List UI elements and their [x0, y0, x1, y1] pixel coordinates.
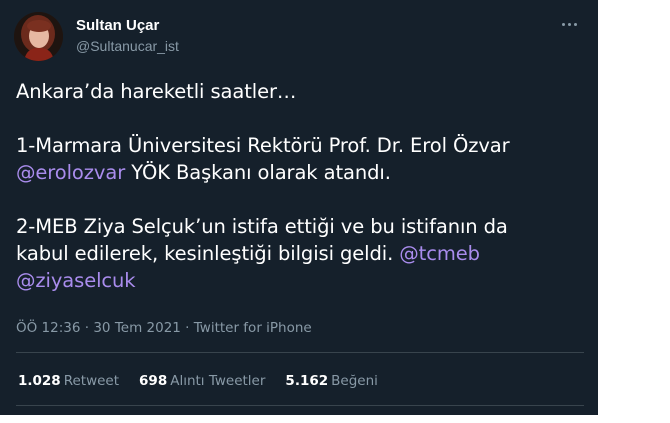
mention-link-tcmeb[interactable]: @tcmeb: [399, 242, 480, 265]
tweet-date[interactable]: 30 Tem 2021: [93, 320, 181, 336]
tweet-paragraph-3: 2-MEB Ziya Selçuk’un istifa ettiği ve bu…: [16, 213, 586, 294]
tweet-meta: ÖÖ 12:36 · 30 Tem 2021 · Twitter for iPh…: [16, 318, 312, 338]
more-horizontal-icon[interactable]: [560, 16, 580, 32]
quote-tweets-stat[interactable]: 698 Alıntı Tweetler: [139, 370, 265, 392]
author-display-name[interactable]: Sultan Uçar: [76, 17, 179, 35]
meta-separator: ·: [84, 320, 90, 336]
divider: [16, 405, 584, 406]
retweets-count: 1.028: [18, 373, 61, 389]
likes-label: Beğeni: [331, 373, 378, 389]
tweet-text-segment: 2-MEB Ziya Selçuk’un istifa ettiği ve bu…: [16, 215, 508, 238]
quote-tweets-label: Alıntı Tweetler: [170, 373, 266, 389]
meta-separator: ·: [185, 320, 190, 336]
tweet-source[interactable]: Twitter for iPhone: [194, 320, 312, 336]
tweet-card: Sultan Uçar @Sultanucar_ist Ankara’da ha…: [0, 0, 598, 415]
author-names: Sultan Uçar @Sultanucar_ist: [76, 17, 179, 56]
author-handle[interactable]: @Sultanucar_ist: [76, 36, 179, 56]
tweet-paragraph-2: 1-Marmara Üniversitesi Rektörü Prof. Dr.…: [16, 132, 586, 186]
tweet-header: Sultan Uçar @Sultanucar_ist: [14, 12, 584, 62]
tweet-time[interactable]: ÖÖ 12:36: [16, 320, 80, 336]
divider: [16, 352, 584, 353]
tweet-stats: 1.028 Retweet 698 Alıntı Tweetler 5.162 Beğ…: [18, 370, 378, 392]
likes-stat[interactable]: 5.162 Beğeni: [285, 370, 377, 392]
tweet-text-segment: 1-Marmara Üniversitesi Rektörü Prof. Dr.…: [16, 134, 510, 157]
retweets-label: Retweet: [63, 373, 120, 389]
tweet-text-segment: YÖK Başkanı olarak atandı.: [125, 161, 391, 184]
quote-tweets-count: 698: [139, 373, 168, 389]
mention-link-ziyaselcuk[interactable]: @ziyaselcuk: [16, 269, 136, 292]
tweet-line-1: Ankara’da hareketli saatler…: [16, 80, 297, 103]
retweets-stat[interactable]: 1.028 Retweet: [18, 370, 119, 392]
tweet-text-segment: kabul edilerek, kesinleştiği bilgisi gel…: [16, 242, 394, 265]
avatar[interactable]: [14, 12, 63, 61]
likes-count: 5.162: [285, 373, 329, 389]
tweet-text: Ankara’da hareketli saatler… 1-Marmara Ü…: [16, 78, 586, 294]
mention-link-erolozvar[interactable]: @erolozvar: [16, 161, 125, 184]
avatar-image: [14, 12, 63, 61]
